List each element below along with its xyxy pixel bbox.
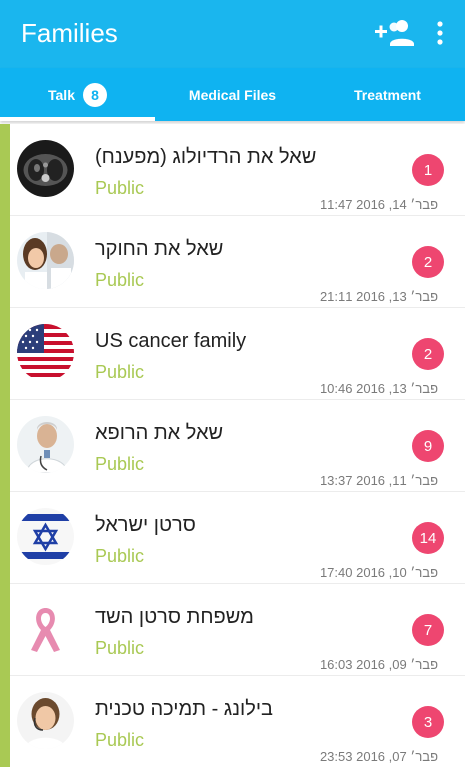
row-accent-bar: [0, 400, 10, 492]
visibility-label: Public: [95, 362, 145, 382]
tab-medical-files[interactable]: Medical Files: [155, 68, 310, 121]
tab-treatment[interactable]: Treatment: [310, 68, 465, 121]
more-vert-icon[interactable]: [430, 18, 450, 48]
row-accent-bar: [0, 676, 10, 767]
tab-talk-badge: 8: [82, 82, 107, 107]
app-bar: Families: [0, 0, 465, 68]
visibility-label: Public: [95, 638, 145, 658]
unread-count-badge: 2: [412, 246, 444, 278]
group-list: שאל את הרדיולוג (מפענח) Public 1 פבר׳ 14…: [0, 124, 465, 767]
timestamp: פבר׳ 13, 2016 21:11: [319, 289, 438, 304]
add-group-icon[interactable]: [374, 17, 416, 47]
tab-bar: Talk 8 Medical Files Treatment: [0, 68, 465, 121]
row-accent-bar: [0, 492, 10, 584]
list-item[interactable]: בילונג - תמיכה טכנית Public 3 פבר׳ 07, 2…: [0, 676, 465, 767]
list-item[interactable]: שאל את הרדיולוג (מפענח) Public 1 פבר׳ 14…: [0, 124, 465, 216]
tab-selected-indicator: [0, 117, 155, 121]
timestamp: פבר׳ 13, 2016 10:46: [319, 381, 438, 396]
unread-count-badge: 2: [412, 338, 444, 370]
list-item[interactable]: US cancer family Public 2 פבר׳ 13, 2016 …: [0, 308, 465, 400]
avatar: [17, 692, 74, 749]
timestamp: פבר׳ 09, 2016 16:03: [319, 657, 438, 672]
avatar: [17, 232, 74, 289]
group-name: בילונג - תמיכה טכנית: [95, 698, 273, 720]
visibility-label: Public: [95, 454, 145, 474]
tab-talk[interactable]: Talk 8: [0, 68, 155, 121]
unread-count-badge: 3: [412, 706, 444, 738]
row-accent-bar: [0, 124, 10, 216]
group-name: שאל את הרופא: [95, 422, 224, 444]
group-name: סרטן ישראל: [95, 514, 196, 536]
unread-count-badge: 9: [412, 430, 444, 462]
visibility-label: Public: [95, 270, 145, 290]
list-item[interactable]: סרטן ישראל Public 14 פבר׳ 10, 2016 17:40: [0, 492, 465, 584]
unread-count-badge: 14: [412, 522, 444, 554]
unread-count-badge: 7: [412, 614, 444, 646]
row-accent-bar: [0, 584, 10, 676]
group-name: משפחת סרטן השד: [95, 606, 254, 628]
row-accent-bar: [0, 308, 10, 400]
avatar: [17, 140, 74, 197]
visibility-label: Public: [95, 730, 145, 750]
list-item[interactable]: שאל את הרופא Public 9 פבר׳ 11, 2016 13:3…: [0, 400, 465, 492]
tab-medical-files-label: Medical Files: [188, 86, 277, 103]
timestamp: פבר׳ 07, 2016 23:53: [319, 749, 438, 764]
visibility-label: Public: [95, 546, 145, 566]
app-title: Families: [21, 18, 118, 48]
group-name: שאל את החוקר: [95, 238, 224, 260]
unread-count-badge: 1: [412, 154, 444, 186]
avatar: [17, 508, 74, 565]
avatar: [17, 324, 74, 381]
timestamp: פבר׳ 14, 2016 11:47: [319, 197, 438, 212]
avatar: [17, 600, 74, 657]
group-name: שאל את הרדיולוג (מפענח): [95, 146, 317, 168]
avatar: [17, 416, 74, 473]
group-name: US cancer family: [95, 330, 247, 352]
visibility-label: Public: [95, 178, 145, 198]
tab-talk-label: Talk: [48, 86, 75, 103]
tab-treatment-label: Treatment: [354, 86, 421, 103]
timestamp: פבר׳ 10, 2016 17:40: [319, 565, 438, 580]
row-accent-bar: [0, 216, 10, 308]
list-item[interactable]: שאל את החוקר Public 2 פבר׳ 13, 2016 21:1…: [0, 216, 465, 308]
list-item[interactable]: משפחת סרטן השד Public 7 פבר׳ 09, 2016 16…: [0, 584, 465, 676]
timestamp: פבר׳ 11, 2016 13:37: [319, 473, 438, 488]
